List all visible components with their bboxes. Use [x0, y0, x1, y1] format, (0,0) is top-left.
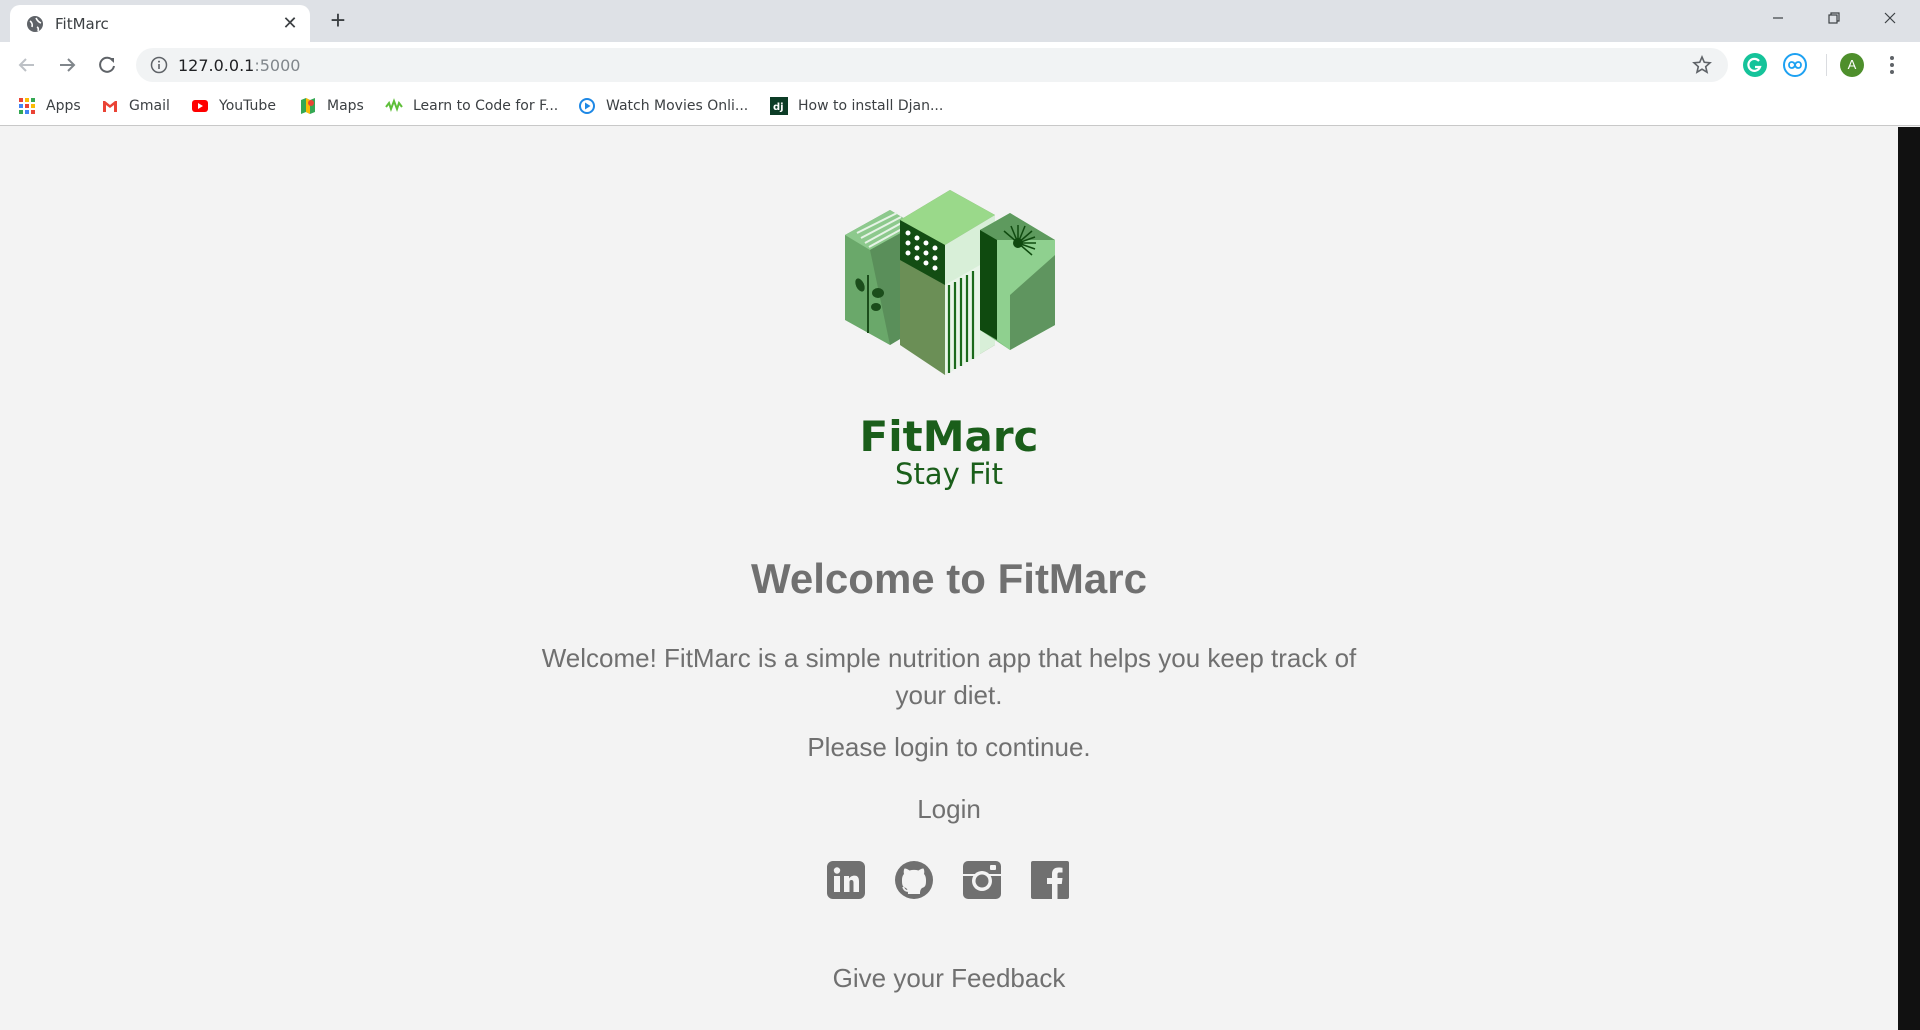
- bookmark-label: Learn to Code for F...: [413, 98, 559, 114]
- bookmark-youtube[interactable]: YouTube: [191, 95, 276, 117]
- fitmarc-logo: [835, 185, 1065, 405]
- bookmark-label: Watch Movies Onli...: [606, 98, 749, 114]
- bookmark-label: Maps: [327, 98, 364, 114]
- url-text: 127.0.0.1:5000: [178, 56, 301, 75]
- bookmark-gmail[interactable]: Gmail: [101, 95, 170, 117]
- feedback-link[interactable]: Give your Feedback: [0, 963, 1898, 994]
- social-links: [816, 860, 1086, 902]
- bookmark-apps[interactable]: Apps: [18, 95, 81, 117]
- more-menu-icon[interactable]: [1882, 53, 1902, 77]
- tab-strip: FitMarc ✕ +: [0, 0, 1920, 42]
- github-icon[interactable]: [894, 860, 934, 900]
- django-icon: dj: [770, 97, 788, 115]
- bookmark-django[interactable]: dj How to install Djan...: [770, 95, 943, 117]
- tab-close-icon[interactable]: ✕: [280, 13, 300, 33]
- scrollbar[interactable]: [1898, 127, 1920, 1030]
- forward-arrow-icon[interactable]: [52, 50, 82, 80]
- bookmark-maps[interactable]: Maps: [299, 95, 364, 117]
- apps-grid-icon: [18, 97, 36, 115]
- login-prompt: Please login to continue.: [807, 732, 1091, 762]
- youtube-icon: [191, 97, 209, 115]
- intro-paragraph: Welcome! FitMarc is a simple nutrition a…: [541, 643, 1357, 710]
- address-bar[interactable]: 127.0.0.1:5000: [136, 48, 1728, 82]
- brand-name: FitMarc: [859, 412, 1039, 461]
- close-window-button[interactable]: [1862, 0, 1918, 38]
- freecodecamp-icon: [385, 97, 403, 115]
- maps-icon: [299, 97, 317, 115]
- instagram-icon[interactable]: [962, 860, 1002, 900]
- browser-toolbar: 127.0.0.1:5000 A: [0, 42, 1920, 86]
- linkedin-icon[interactable]: [826, 860, 866, 900]
- extension-infinity-icon[interactable]: [1783, 53, 1807, 77]
- new-tab-button[interactable]: +: [324, 7, 352, 35]
- bookmark-label: How to install Djan...: [798, 98, 944, 114]
- facebook-icon[interactable]: [1030, 860, 1070, 900]
- bookmark-watch-movies[interactable]: Watch Movies Onli...: [578, 95, 748, 117]
- tab-title: FitMarc: [55, 15, 109, 33]
- brand-tagline: Stay Fit: [895, 457, 1003, 491]
- back-arrow-icon[interactable]: [12, 50, 42, 80]
- reload-icon[interactable]: [92, 50, 122, 80]
- info-icon[interactable]: [150, 56, 168, 79]
- login-link[interactable]: Login: [0, 794, 1898, 825]
- gmail-icon: [101, 97, 119, 115]
- svg-text:dj: dj: [773, 102, 784, 113]
- bookmark-label: YouTube: [219, 98, 276, 114]
- play-icon: [578, 97, 596, 115]
- page-title: Welcome to FitMarc: [751, 555, 1147, 602]
- restore-button[interactable]: [1806, 0, 1862, 38]
- globe-icon: [26, 15, 44, 33]
- toolbar-divider: [1826, 54, 1827, 76]
- minimize-button[interactable]: [1750, 0, 1806, 38]
- bookmarks-bar: Apps Gmail YouTube Maps Learn to Code fo…: [0, 86, 1920, 126]
- bookmark-label: Apps: [46, 98, 81, 114]
- star-icon[interactable]: [1692, 54, 1712, 80]
- profile-avatar[interactable]: A: [1840, 53, 1864, 77]
- grammarly-icon[interactable]: [1743, 53, 1767, 77]
- bookmark-label: Gmail: [129, 98, 170, 114]
- bookmark-freecodecamp[interactable]: Learn to Code for F...: [385, 95, 558, 117]
- browser-tab[interactable]: FitMarc ✕: [10, 5, 310, 42]
- page-content: FitMarc Stay Fit Welcome to FitMarc Welc…: [0, 127, 1898, 1030]
